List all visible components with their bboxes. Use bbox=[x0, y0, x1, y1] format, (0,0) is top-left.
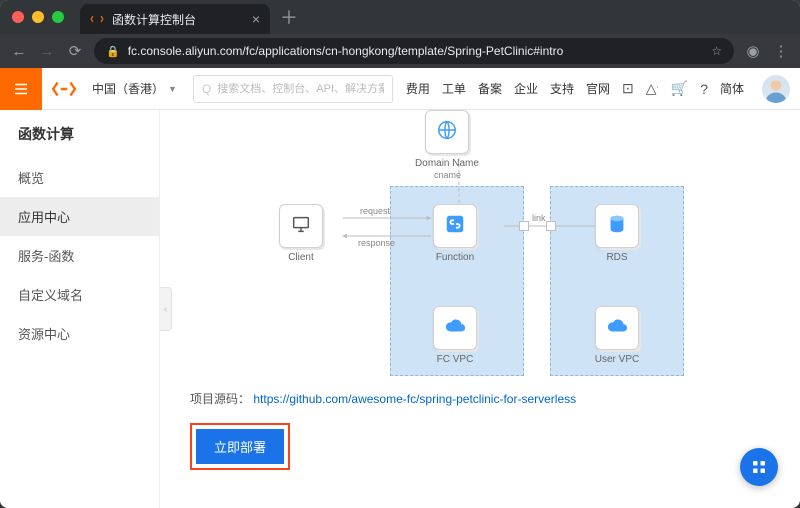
traffic-lights bbox=[12, 11, 64, 23]
profile-icon[interactable]: ◉ bbox=[744, 42, 762, 60]
tab-title: 函数计算控制台 bbox=[112, 11, 196, 28]
node-domain-name: Domain Name bbox=[412, 110, 482, 169]
cloud-icon bbox=[444, 315, 466, 342]
console-search[interactable]: Q bbox=[193, 75, 393, 103]
browser-tab[interactable]: 函数计算控制台 × bbox=[80, 4, 270, 34]
search-icon: Q bbox=[202, 82, 211, 96]
node-function: Function bbox=[420, 204, 490, 263]
sidebar-item-app-center[interactable]: 应用中心 bbox=[0, 197, 159, 236]
sidebar-item-resource-center[interactable]: 资源中心 bbox=[0, 314, 159, 353]
monitor-icon bbox=[290, 213, 312, 240]
sidebar: 函数计算 概览 应用中心 服务-函数 自定义域名 资源中心 bbox=[0, 110, 160, 508]
node-label: Client bbox=[266, 252, 336, 263]
link-icon bbox=[444, 213, 466, 240]
sidebar-item-service-function[interactable]: 服务-函数 bbox=[0, 236, 159, 275]
cart-icon[interactable]: 🛒 bbox=[671, 80, 688, 97]
user-avatar[interactable] bbox=[762, 75, 790, 103]
source-label: 项目源码： bbox=[190, 392, 250, 406]
node-label: Function bbox=[420, 252, 490, 263]
header-link[interactable]: 备案 bbox=[478, 80, 502, 97]
back-icon[interactable]: ← bbox=[10, 43, 28, 60]
globe-icon bbox=[436, 119, 458, 146]
sidebar-item-custom-domain[interactable]: 自定义域名 bbox=[0, 275, 159, 314]
source-row: 项目源码： https://github.com/awesome-fc/spri… bbox=[190, 390, 776, 407]
header-links: 费用 工单 备案 企业 支持 官网 ⊡ △. 🛒 ? 简体 bbox=[406, 80, 752, 97]
search-input[interactable] bbox=[217, 83, 384, 95]
url-text: fc.console.aliyun.com/fc/applications/cn… bbox=[128, 44, 564, 58]
edge-label-cname: cname bbox=[434, 170, 461, 180]
hamburger-menu-button[interactable] bbox=[0, 68, 42, 110]
address-bar[interactable]: 🔒 fc.console.aliyun.com/fc/applications/… bbox=[94, 38, 734, 64]
sidebar-item-overview[interactable]: 概览 bbox=[0, 158, 159, 197]
database-icon bbox=[606, 213, 628, 240]
language-switch[interactable]: 简体 bbox=[720, 80, 744, 97]
new-tab-button[interactable]: ＋ bbox=[280, 4, 298, 30]
menu-icon[interactable]: ⋮ bbox=[772, 42, 790, 60]
console-header: 中国（香港） ▼ Q 费用 工单 备案 企业 支持 官网 ⊡ △. 🛒 ? 简体 bbox=[0, 68, 800, 110]
header-link[interactable]: 官网 bbox=[586, 80, 610, 97]
browser-toolbar: ← → ⟳ 🔒 fc.console.aliyun.com/fc/applica… bbox=[0, 34, 800, 68]
tab-favicon-icon bbox=[90, 12, 104, 26]
architecture-diagram: cname request response link Domain Name … bbox=[190, 116, 776, 376]
sidebar-title: 函数计算 bbox=[0, 110, 159, 158]
forward-icon[interactable]: → bbox=[38, 43, 56, 60]
region-label: 中国（香港） bbox=[92, 80, 164, 97]
edge-label-link: link bbox=[532, 213, 546, 223]
node-fc-vpc: FC VPC bbox=[420, 306, 490, 365]
chevron-down-icon: ▼ bbox=[168, 84, 177, 94]
deploy-button[interactable]: 立即部署 bbox=[196, 429, 284, 464]
main-content: cname request response link Domain Name … bbox=[160, 110, 800, 508]
header-link[interactable]: 工单 bbox=[442, 80, 466, 97]
reload-icon[interactable]: ⟳ bbox=[66, 42, 84, 60]
header-link[interactable]: 企业 bbox=[514, 80, 538, 97]
minimize-window-icon[interactable] bbox=[32, 11, 44, 23]
aliyun-logo-icon[interactable] bbox=[50, 75, 78, 103]
cloud-icon bbox=[606, 315, 628, 342]
node-label: RDS bbox=[582, 252, 652, 263]
node-label: Domain Name bbox=[412, 158, 482, 169]
close-tab-icon[interactable]: × bbox=[252, 11, 260, 27]
header-link[interactable]: 费用 bbox=[406, 80, 430, 97]
diagram-port bbox=[546, 221, 556, 231]
diagram-port bbox=[519, 221, 529, 231]
edge-label-request: request bbox=[360, 206, 390, 216]
region-selector[interactable]: 中国（香港） ▼ bbox=[86, 80, 183, 97]
notification-icon[interactable]: △. bbox=[646, 80, 659, 97]
header-link[interactable]: 支持 bbox=[550, 80, 574, 97]
lock-icon: 🔒 bbox=[106, 45, 120, 58]
source-link[interactable]: https://github.com/awesome-fc/spring-pet… bbox=[253, 392, 576, 406]
help-icon[interactable]: ? bbox=[700, 81, 708, 97]
maximize-window-icon[interactable] bbox=[52, 11, 64, 23]
node-label: User VPC bbox=[582, 354, 652, 365]
node-client: Client bbox=[266, 204, 336, 263]
node-label: FC VPC bbox=[420, 354, 490, 365]
console-icon[interactable]: ⊡ bbox=[622, 80, 634, 97]
star-icon[interactable]: ☆ bbox=[711, 44, 722, 58]
window-titlebar: 函数计算控制台 × ＋ bbox=[0, 0, 800, 34]
close-window-icon[interactable] bbox=[12, 11, 24, 23]
app-grid-fab[interactable] bbox=[740, 448, 778, 486]
node-rds: RDS bbox=[582, 204, 652, 263]
edge-label-response: response bbox=[358, 238, 395, 248]
node-user-vpc: User VPC bbox=[582, 306, 652, 365]
deploy-highlight: 立即部署 bbox=[190, 423, 290, 470]
